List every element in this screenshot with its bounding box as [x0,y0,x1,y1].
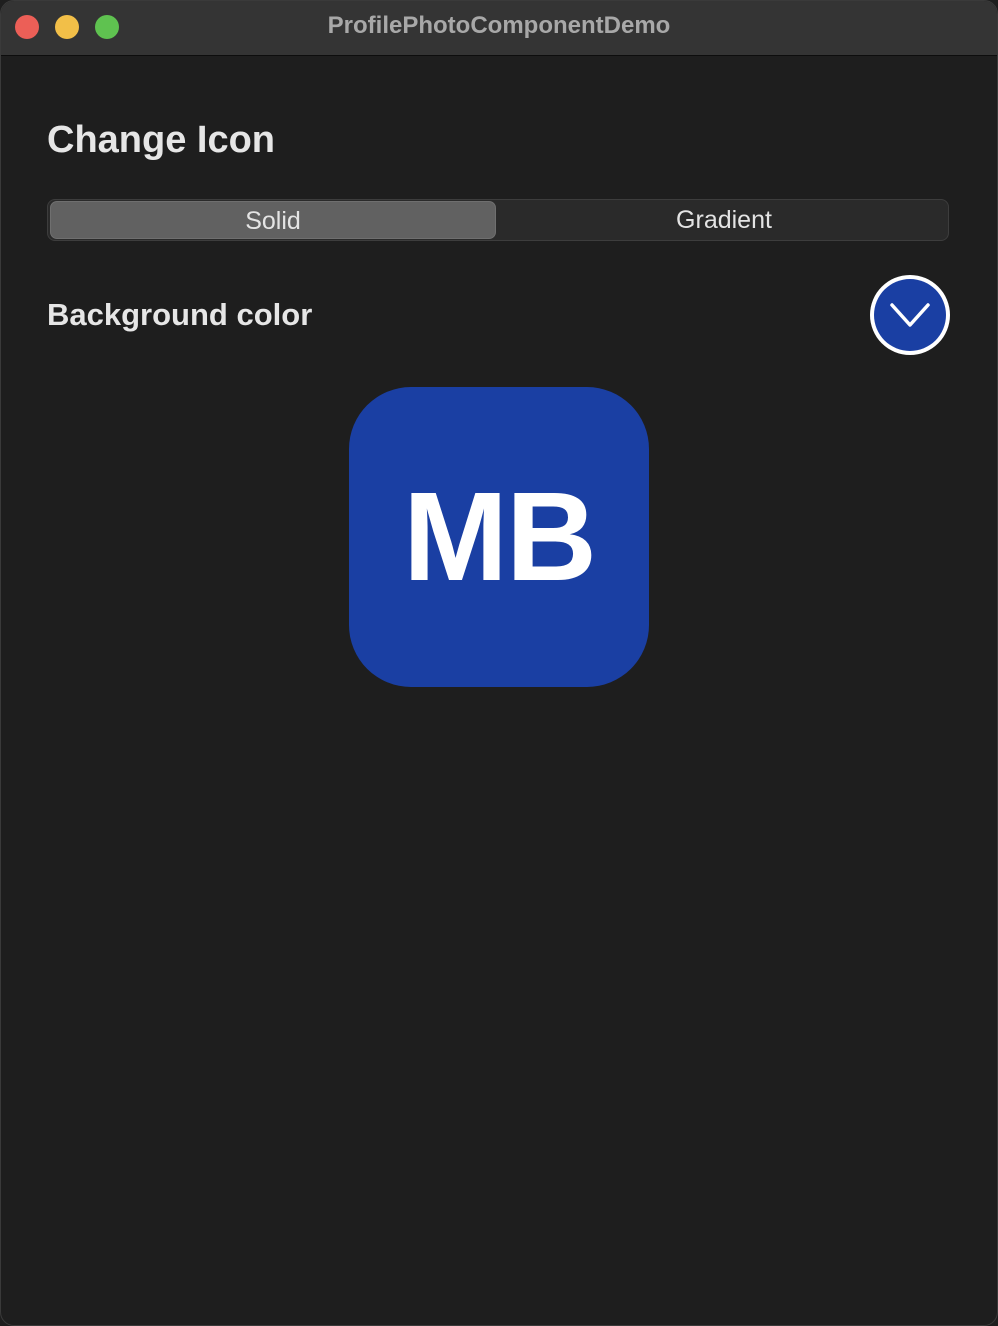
avatar-initials: MB [403,466,597,607]
app-window: ProfilePhotoComponentDemo Change Icon So… [0,0,998,1326]
chevron-down-icon [890,303,930,327]
page-title: Change Icon [47,119,276,161]
segment-solid[interactable]: Solid [50,201,496,239]
profile-icon-preview: MB [349,387,649,687]
title-bar[interactable]: ProfilePhotoComponentDemo [1,1,997,56]
fill-type-segmented-control: Solid Gradient [47,199,949,241]
window-title: ProfilePhotoComponentDemo [327,12,671,39]
color-swatch [874,279,946,351]
background-color-label: Background color [47,297,313,332]
segment-gradient[interactable]: Gradient [500,201,948,239]
background-color-picker[interactable] [870,275,950,355]
